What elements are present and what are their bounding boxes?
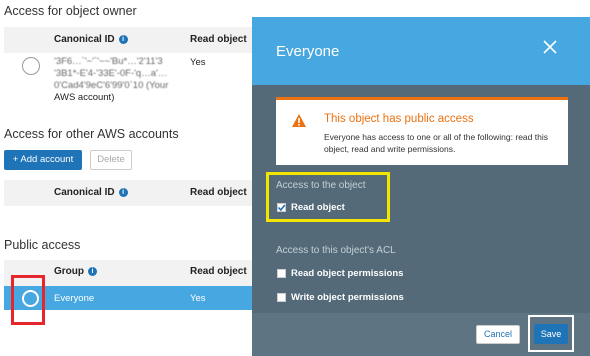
everyone-read-value: Yes <box>190 293 206 304</box>
info-icon[interactable]: i <box>118 34 128 44</box>
public-access-section-title: Public access <box>4 238 81 252</box>
cancel-button[interactable]: Cancel <box>476 325 520 344</box>
close-icon[interactable] <box>542 39 558 55</box>
alert-text: Everyone has access to one or all of the… <box>324 132 548 154</box>
save-button[interactable]: Save <box>534 324 568 344</box>
owner-id-line-2: '3B1*-E'4-'33E'-0F-'q…a'… <box>54 68 168 79</box>
owner-row-radio[interactable] <box>22 57 40 75</box>
owner-account-label: AWS account) <box>54 92 115 103</box>
owner-read-value: Yes <box>190 57 206 68</box>
alert-title: This object has public access <box>324 113 474 125</box>
info-icon[interactable]: i <box>88 266 97 276</box>
everyone-group-value: Everyone <box>54 293 95 304</box>
owner-section-title: Access for object owner <box>4 4 137 18</box>
other-col-canonical-id: Canonical ID i <box>54 187 128 198</box>
public-col-read-object: Read object <box>190 266 247 277</box>
modal-body: This object has public access Everyone h… <box>252 85 590 313</box>
radio-highlight-box <box>11 275 45 325</box>
info-icon[interactable]: i <box>118 187 128 197</box>
add-account-button[interactable]: + Add account <box>4 150 82 170</box>
owner-col-canonical-label: Canonical ID <box>54 34 115 45</box>
modal-header: Everyone <box>252 17 590 85</box>
other-accounts-section-title: Access for other AWS accounts <box>4 127 179 141</box>
write-permissions-label: Write object permissions <box>291 292 404 303</box>
public-col-group-label: Group <box>54 266 84 277</box>
owner-id-line-1: '3F6…`'~'`'~~'Bu*…'2'11'3 <box>54 56 163 67</box>
public-access-alert: This object has public access Everyone h… <box>276 97 568 165</box>
modal-footer: Cancel Save <box>252 313 590 356</box>
public-col-group: Group i <box>54 266 97 277</box>
other-col-read-object: Read object <box>190 187 247 198</box>
owner-canonical-id-value: '3F6…`'~'`'~~'Bu*…'2'11'3 '3B1*-E'4-'33E… <box>54 56 184 104</box>
read-permissions-checkbox[interactable] <box>277 269 286 278</box>
owner-id-line-3: 0'Cad4'9eC'6'99'0`10 (Your <box>54 80 169 91</box>
owner-col-read-object: Read object <box>190 34 247 45</box>
owner-col-canonical-id: Canonical ID i <box>54 34 128 45</box>
read-object-highlight-box <box>266 172 390 222</box>
write-permissions-checkbox[interactable] <box>277 293 286 302</box>
delete-button[interactable]: Delete <box>90 150 132 170</box>
everyone-permissions-modal: Everyone This object has public access E… <box>252 17 590 356</box>
other-col-canonical-label: Canonical ID <box>54 187 115 198</box>
read-permissions-label: Read object permissions <box>291 268 404 279</box>
modal-title: Everyone <box>276 43 340 60</box>
access-acl-label: Access to this object's ACL <box>276 245 396 256</box>
warning-icon <box>292 114 306 132</box>
